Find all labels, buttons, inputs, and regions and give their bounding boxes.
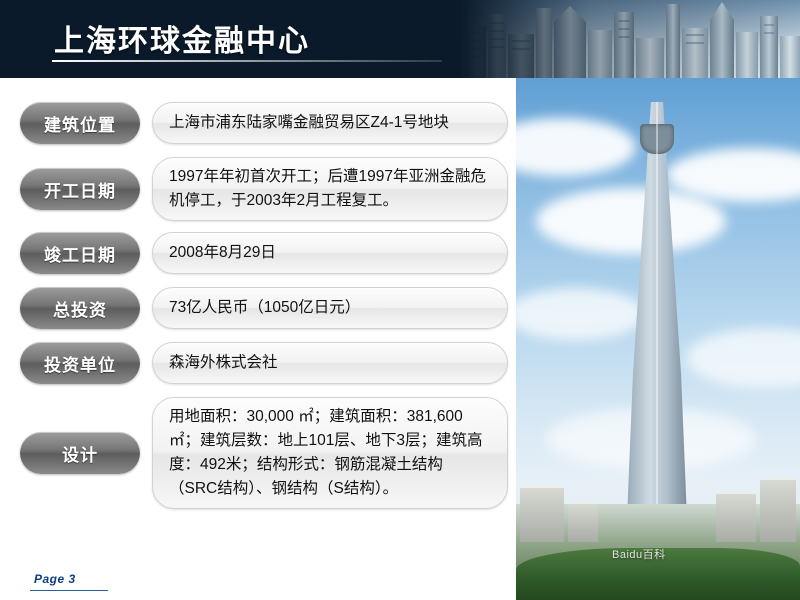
row-value-completion-date: 2008年8月29日 xyxy=(152,232,508,275)
page-number: Page 3 xyxy=(34,572,76,586)
background-building xyxy=(520,486,564,542)
slide-body: 建筑位置 上海市浦东陆家嘴金融贸易区Z4-1号地块 开工日期 1997年年初首次… xyxy=(0,78,800,600)
table-row: 投资单位 森海外株式会社 xyxy=(20,342,508,386)
photo-watermark: Baidu百科 xyxy=(612,549,666,561)
row-value-investor: 森海外株式会社 xyxy=(152,342,508,385)
slide: 上海环球金融中心 建筑位置 上海市浦东陆家嘴金融贸易区Z4-1号地块 开工日期 … xyxy=(0,0,800,600)
background-building xyxy=(760,478,796,542)
tower-photo: Baidu百科 xyxy=(516,78,800,600)
row-label-start-date: 开工日期 xyxy=(20,168,140,211)
row-label-total-investment: 总投资 xyxy=(20,287,140,330)
row-label-investor: 投资单位 xyxy=(20,342,140,385)
table-row: 开工日期 1997年年初首次开工；后遭1997年亚洲金融危机停工，于2003年2… xyxy=(20,157,508,222)
row-label-design: 设计 xyxy=(20,432,140,475)
title-underline xyxy=(52,60,442,62)
table-row: 建筑位置 上海市浦东陆家嘴金融贸易区Z4-1号地块 xyxy=(20,102,508,146)
page-title: 上海环球金融中心 xyxy=(54,25,310,58)
table-row: 设计 用地面积：30,000 ㎡；建筑面积：381,600 ㎡；建筑层数：地上1… xyxy=(20,397,508,510)
row-value-start-date: 1997年年初首次开工；后遭1997年亚洲金融危机停工，于2003年2月工程复工… xyxy=(152,157,508,222)
row-label-completion-date: 竣工日期 xyxy=(20,232,140,275)
skyline-photo xyxy=(460,0,800,78)
row-value-design: 用地面积：30,000 ㎡；建筑面积：381,600 ㎡；建筑层数：地上101层… xyxy=(152,397,508,510)
footer-divider xyxy=(30,590,108,591)
skyline-svg xyxy=(460,0,800,78)
tower-edge-highlight xyxy=(656,102,658,542)
row-value-location: 上海市浦东陆家嘴金融贸易区Z4-1号地块 xyxy=(152,102,508,144)
background-building xyxy=(568,502,598,542)
shanghai-world-financial-center-tower xyxy=(614,102,700,542)
slide-header: 上海环球金融中心 xyxy=(0,0,800,78)
background-building xyxy=(716,492,756,542)
row-label-location: 建筑位置 xyxy=(20,102,140,144)
table-row: 总投资 73亿人民币（1050亿日元） xyxy=(20,287,508,331)
row-value-total-investment: 73亿人民币（1050亿日元） xyxy=(152,287,508,330)
table-row: 竣工日期 2008年8月29日 xyxy=(20,232,508,276)
info-table: 建筑位置 上海市浦东陆家嘴金融贸易区Z4-1号地块 开工日期 1997年年初首次… xyxy=(20,102,508,520)
